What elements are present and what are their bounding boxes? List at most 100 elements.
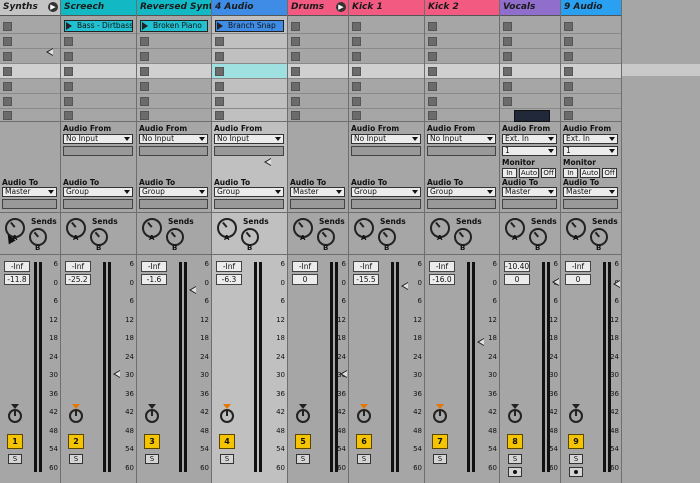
clip-slot[interactable]: Broken Piano: [137, 19, 211, 34]
track-header[interactable]: Synths ▶: [0, 0, 60, 16]
clip-slot[interactable]: [500, 64, 560, 79]
clip[interactable]: Bass - Dirtbass: [64, 20, 133, 32]
input-channel-box[interactable]: [214, 146, 284, 156]
clip-slot[interactable]: [425, 79, 499, 94]
play-clip-icon[interactable]: [217, 22, 223, 30]
monitor-off-button[interactable]: Off: [602, 168, 617, 178]
clip[interactable]: Branch Snap: [215, 20, 284, 32]
solo-button[interactable]: S: [433, 454, 447, 464]
solo-button[interactable]: S: [8, 454, 22, 464]
clip-stop-button[interactable]: [503, 97, 512, 106]
clip-slot[interactable]: [0, 34, 60, 49]
output-channel-box[interactable]: [290, 199, 345, 209]
peak-readout[interactable]: 0: [565, 274, 591, 285]
clip-stop-button[interactable]: [140, 97, 149, 106]
clip-slot[interactable]: [425, 19, 499, 34]
clip-stop-button[interactable]: [352, 22, 361, 31]
audio-from-select[interactable]: No Input: [351, 134, 421, 144]
monitor-off-button[interactable]: Off: [541, 168, 556, 178]
output-channel-box[interactable]: [502, 199, 557, 209]
track-stop-button[interactable]: [3, 111, 12, 120]
clip-stop-button[interactable]: [140, 82, 149, 91]
output-channel-box[interactable]: [2, 199, 57, 209]
clip-slot[interactable]: [212, 79, 287, 94]
peak-readout[interactable]: -25.2: [65, 274, 91, 285]
monitor-auto-button[interactable]: Auto: [519, 168, 539, 178]
track-activator-button[interactable]: 7: [432, 434, 448, 449]
clip-stop-button[interactable]: [3, 37, 12, 46]
volume-fader-handle[interactable]: [189, 286, 196, 294]
pan-knob[interactable]: [145, 409, 159, 423]
clip-stop-button[interactable]: [428, 52, 437, 61]
clip-stop-button[interactable]: [352, 97, 361, 106]
audio-from-select[interactable]: Ext. In: [563, 134, 618, 144]
clip-stop-button[interactable]: [64, 37, 73, 46]
peak-readout[interactable]: 0: [504, 274, 530, 285]
solo-button[interactable]: S: [357, 454, 371, 464]
input-channel-box[interactable]: [351, 146, 421, 156]
track-activator-button[interactable]: 3: [144, 434, 160, 449]
clip-stop-button[interactable]: [503, 37, 512, 46]
clip-stop-button[interactable]: [3, 82, 12, 91]
input-channel-box[interactable]: [427, 146, 496, 156]
clip-slot[interactable]: [349, 19, 424, 34]
clip-slot[interactable]: [61, 64, 136, 79]
clip-slot[interactable]: [349, 79, 424, 94]
volume-fader-handle[interactable]: [264, 158, 271, 166]
clip-slot[interactable]: [349, 34, 424, 49]
pan-knob[interactable]: [569, 409, 583, 423]
clip-stop-button[interactable]: [428, 37, 437, 46]
clip-stop-button[interactable]: [564, 52, 573, 61]
clip-slot[interactable]: [61, 34, 136, 49]
audio-to-select[interactable]: Group: [351, 187, 421, 197]
clip-stop-button[interactable]: [564, 97, 573, 106]
audio-from-select[interactable]: No Input: [139, 134, 208, 144]
track-stop-button[interactable]: [428, 111, 437, 120]
clip-slot[interactable]: [288, 64, 348, 79]
clip-slot[interactable]: [425, 49, 499, 64]
pan-knob[interactable]: [220, 409, 234, 423]
clip-stop-button[interactable]: [352, 82, 361, 91]
fold-arrow-icon[interactable]: ▶: [336, 2, 346, 12]
clip-slot[interactable]: [500, 34, 560, 49]
output-channel-box[interactable]: [427, 199, 496, 209]
clip-stop-button[interactable]: [291, 67, 300, 76]
monitor-in-button[interactable]: In: [563, 168, 578, 178]
solo-button[interactable]: S: [69, 454, 83, 464]
clip-slot[interactable]: [0, 79, 60, 94]
pan-knob[interactable]: [296, 409, 310, 423]
audio-to-select[interactable]: Master: [290, 187, 345, 197]
audio-to-select[interactable]: Group: [139, 187, 208, 197]
arm-button[interactable]: [569, 467, 583, 477]
fold-arrow-icon[interactable]: ▶: [48, 2, 58, 12]
clip-stop-button[interactable]: [64, 97, 73, 106]
solo-button[interactable]: S: [296, 454, 310, 464]
clip-stop-button[interactable]: [291, 22, 300, 31]
clip-slot[interactable]: [137, 49, 211, 64]
clip-stop-button[interactable]: [564, 37, 573, 46]
clip-slot[interactable]: [61, 49, 136, 64]
output-channel-box[interactable]: [563, 199, 618, 209]
clip-stop-button[interactable]: [291, 82, 300, 91]
peak-readout[interactable]: 0: [292, 274, 318, 285]
clip-slot[interactable]: [0, 94, 60, 109]
volume-readout[interactable]: -Inf: [4, 261, 30, 272]
volume-fader-handle[interactable]: [477, 338, 484, 346]
volume-readout[interactable]: -Inf: [353, 261, 379, 272]
volume-readout[interactable]: -Inf: [65, 261, 91, 272]
track-stop-button[interactable]: [140, 111, 149, 120]
clip-stop-button[interactable]: [64, 67, 73, 76]
track-header[interactable]: Vocals: [500, 0, 560, 16]
clip-slot[interactable]: [288, 79, 348, 94]
clip-stop-button[interactable]: [564, 82, 573, 91]
volume-fader-handle[interactable]: [401, 282, 408, 290]
audio-from-select[interactable]: Ext. In: [502, 134, 557, 144]
pan-knob[interactable]: [357, 409, 371, 423]
solo-button[interactable]: S: [145, 454, 159, 464]
clip-stop-button[interactable]: [215, 52, 224, 61]
clip-stop-button[interactable]: [352, 52, 361, 61]
arm-button[interactable]: [508, 467, 522, 477]
pan-knob[interactable]: [508, 409, 522, 423]
audio-from-select[interactable]: No Input: [214, 134, 284, 144]
track-stop-button[interactable]: [64, 111, 73, 120]
